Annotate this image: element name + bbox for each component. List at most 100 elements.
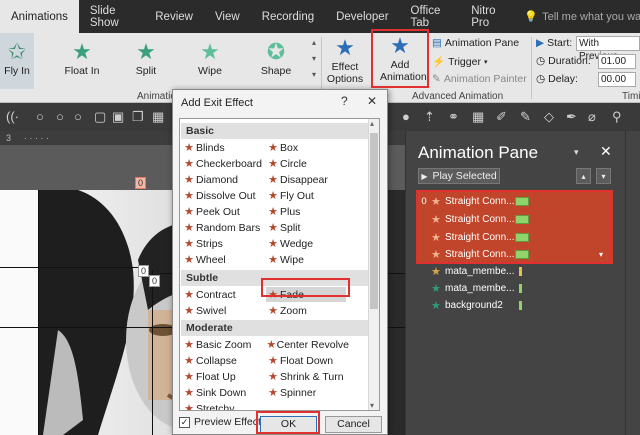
delay-input[interactable]: 00.00 bbox=[598, 72, 636, 87]
effect-item[interactable]: ★ Wipe bbox=[266, 252, 349, 267]
animation-pane-button[interactable]: ▤ Animation Pane bbox=[432, 37, 519, 49]
effect-item[interactable]: ★ Basic Zoom bbox=[182, 337, 265, 352]
effect-item[interactable]: ★ Split bbox=[266, 220, 349, 235]
move-down-button[interactable]: ▾ bbox=[596, 168, 611, 184]
timeline-bar[interactable] bbox=[519, 266, 522, 276]
tab-animations[interactable]: Animations bbox=[0, 0, 79, 33]
effect-item[interactable]: ★ Peek Out bbox=[182, 204, 265, 219]
start-select[interactable]: With Previous bbox=[576, 36, 640, 62]
ok-button[interactable]: OK bbox=[260, 416, 317, 433]
cancel-button[interactable]: Cancel bbox=[325, 416, 382, 433]
animation-item[interactable]: ★ Straight Conn... ▾ bbox=[417, 246, 617, 262]
effect-item[interactable]: ★ Wheel bbox=[182, 252, 265, 267]
effect-fly-in[interactable]: ✩ Fly In bbox=[0, 33, 34, 89]
effect-item[interactable]: ★ Dissolve Out bbox=[182, 188, 265, 203]
effect-item[interactable]: ★ Contract bbox=[182, 287, 265, 302]
tab-recording[interactable]: Recording bbox=[251, 0, 325, 33]
move-up-button[interactable]: ▴ bbox=[576, 168, 591, 184]
effect-item[interactable]: ★ Blinds bbox=[182, 140, 265, 155]
circle-icon[interactable]: ○ bbox=[56, 109, 64, 124]
image-icon[interactable]: ▦ bbox=[152, 109, 164, 125]
effect-item[interactable]: ★ Zoom bbox=[266, 303, 349, 318]
copy-icon[interactable]: ❐ bbox=[132, 109, 144, 125]
arrow-up-icon[interactable]: ⇡ bbox=[424, 109, 435, 125]
audio-icon[interactable]: ((· bbox=[6, 109, 19, 124]
checkbox-checked-icon[interactable]: ✓ bbox=[179, 416, 190, 428]
tab-review[interactable]: Review bbox=[144, 0, 204, 33]
trigger-button[interactable]: ⚡ Trigger ▾ bbox=[432, 55, 487, 69]
effect-item[interactable]: ★ Circle bbox=[266, 156, 349, 171]
scroll-up-icon[interactable]: ▴ bbox=[370, 119, 374, 128]
effect-item[interactable]: ★ Center Revolve bbox=[266, 337, 349, 352]
connector-line[interactable] bbox=[152, 270, 153, 435]
shape-icon[interactable]: ◇ bbox=[544, 109, 554, 125]
timeline-bar[interactable] bbox=[515, 249, 529, 259]
effect-options-button[interactable]: ★ Effect Options bbox=[324, 35, 366, 86]
grid-icon[interactable]: ▦ bbox=[472, 109, 484, 125]
tab-slide-show[interactable]: Slide Show bbox=[79, 0, 144, 33]
effect-item[interactable]: ★ Box bbox=[266, 140, 349, 155]
effect-item[interactable]: ★ Random Bars bbox=[182, 220, 265, 235]
animation-item[interactable]: ★ mata_membe... bbox=[417, 280, 617, 296]
effect-shape[interactable]: ✪ Shape bbox=[256, 39, 296, 78]
timeline-bar[interactable] bbox=[515, 232, 529, 242]
add-animation-button[interactable]: ★ Add Animation bbox=[373, 33, 427, 84]
close-icon[interactable]: ✕ bbox=[600, 143, 612, 160]
effect-item[interactable]: ★ Checkerboard bbox=[182, 156, 265, 171]
lasso-icon[interactable]: ⌀ bbox=[588, 109, 596, 125]
effect-item[interactable]: ★ Fly Out bbox=[266, 188, 349, 203]
pen-icon[interactable]: ✐ bbox=[496, 109, 507, 125]
effect-item[interactable]: ★ Stretchy bbox=[182, 401, 265, 411]
animation-item[interactable]: ★ mata_membe... bbox=[417, 263, 617, 279]
effect-item[interactable]: ★ Plus bbox=[266, 204, 349, 219]
effect-item[interactable]: ★ Sink Down bbox=[182, 385, 265, 400]
preview-effect-checkbox[interactable]: ✓ Preview Effect bbox=[179, 416, 261, 428]
timeline-bar[interactable] bbox=[515, 214, 529, 224]
effect-split[interactable]: ★ Split bbox=[128, 39, 164, 78]
animation-item[interactable]: ★ background2 bbox=[417, 297, 617, 313]
chevron-down-icon[interactable]: ▾ bbox=[574, 147, 579, 158]
link-icon[interactable]: ⚭ bbox=[448, 109, 459, 125]
effect-item[interactable]: ★ Shrink & Turn bbox=[266, 369, 349, 384]
scrollbar-thumb[interactable] bbox=[370, 133, 378, 309]
help-icon[interactable]: ? bbox=[341, 94, 348, 108]
tell-me-box[interactable]: 💡 Tell me what you want to do bbox=[516, 0, 640, 33]
timeline-bar[interactable] bbox=[519, 283, 522, 293]
square-icon[interactable]: ▢ bbox=[94, 109, 106, 125]
timeline-bar[interactable] bbox=[519, 300, 522, 310]
tab-developer[interactable]: Developer bbox=[325, 0, 399, 33]
effect-item[interactable]: ★ Collapse bbox=[182, 353, 265, 368]
tab-nitro-pro[interactable]: Nitro Pro bbox=[460, 0, 516, 33]
circle-icon[interactable]: ○ bbox=[74, 109, 82, 124]
effect-item[interactable]: ★ Wedge bbox=[266, 236, 349, 251]
effect-wipe[interactable]: ★ Wipe bbox=[192, 39, 228, 78]
close-icon[interactable]: ✕ bbox=[367, 94, 377, 108]
effect-item[interactable]: ★ Strips bbox=[182, 236, 265, 251]
tab-office-tab[interactable]: Office Tab bbox=[400, 0, 461, 33]
circle-icon[interactable]: ● bbox=[402, 109, 410, 124]
effect-item[interactable]: ★ Swivel bbox=[182, 303, 265, 318]
animation-painter-button[interactable]: ✎ Animation Painter bbox=[432, 73, 527, 85]
connector-line[interactable] bbox=[0, 267, 140, 268]
effect-item[interactable]: ★ Float Down bbox=[266, 353, 349, 368]
effect-item[interactable]: ★ Disappear bbox=[266, 172, 349, 187]
effect-list-scrollbar[interactable]: ▴ ▾ bbox=[368, 119, 379, 410]
tab-view[interactable]: View bbox=[204, 0, 251, 33]
duration-input[interactable]: 01.00 bbox=[598, 54, 636, 69]
effect-item[interactable]: ★ Spinner bbox=[266, 385, 349, 400]
clipboard-icon[interactable]: ▣ bbox=[112, 109, 124, 125]
animation-item[interactable]: 0 ★ Straight Conn... bbox=[417, 193, 617, 209]
timeline-bar[interactable] bbox=[515, 196, 529, 206]
effects-gallery-scroll[interactable]: ▴ ▾ ▾ bbox=[308, 35, 320, 83]
eyedropper-icon[interactable]: ✒ bbox=[566, 109, 577, 125]
pen-icon[interactable]: ✎ bbox=[520, 109, 531, 125]
scroll-down-icon[interactable]: ▾ bbox=[370, 401, 374, 410]
circle-icon[interactable]: ○ bbox=[36, 109, 44, 124]
play-selected-button[interactable]: ▶ Play Selected bbox=[418, 168, 500, 184]
effect-item-selected[interactable]: ★ Fade bbox=[266, 287, 346, 302]
effect-float-in[interactable]: ★ Float In bbox=[60, 39, 104, 78]
effect-item[interactable]: ★ Diamond bbox=[182, 172, 265, 187]
effect-item[interactable]: ★ Float Up bbox=[182, 369, 265, 384]
chevron-down-icon[interactable]: ▾ bbox=[599, 250, 603, 259]
pin-icon[interactable]: ⚲ bbox=[612, 109, 622, 125]
